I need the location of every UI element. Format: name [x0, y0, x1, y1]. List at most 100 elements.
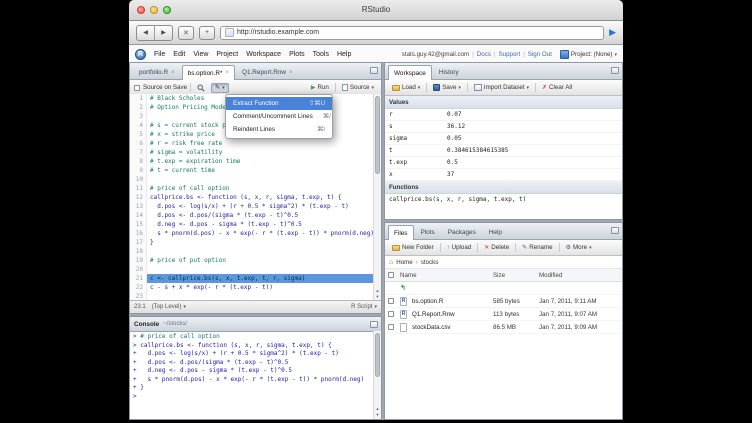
value-row: s36.12: [385, 121, 622, 133]
menu-help[interactable]: Help: [333, 51, 355, 58]
menu-item-extract-function[interactable]: Extract Function⇧⌘U: [226, 97, 332, 110]
file-row[interactable]: RQ1.Report.Rnw113 bytesJan 7, 2011, 9:07…: [385, 308, 622, 321]
file-name[interactable]: bs.option.R: [412, 298, 493, 305]
new-folder-label: New Folder: [402, 244, 434, 251]
back-button[interactable]: ◀: [137, 26, 154, 40]
column-modified[interactable]: Modified: [539, 272, 619, 279]
scrollbar-thumb[interactable]: [375, 333, 380, 377]
source-tab-portfolior[interactable]: portfolio.R×: [133, 65, 181, 79]
import-dataset-button[interactable]: Import Dataset ▾: [471, 83, 532, 92]
project-selector[interactable]: Project: (None) ▾: [560, 50, 617, 59]
value-name: x: [389, 171, 447, 178]
function-row[interactable]: callprice.bs(s, x, r, sigma, t.exp, t): [385, 194, 622, 205]
maximize-pane-icon[interactable]: [611, 67, 619, 74]
parent-directory-row[interactable]: ↰: [385, 282, 622, 295]
file-checkbox[interactable]: [388, 324, 394, 330]
maximize-pane-icon[interactable]: [370, 321, 378, 328]
forward-icon: ▶: [161, 29, 166, 36]
menu-file[interactable]: File: [150, 51, 169, 58]
close-tab-icon[interactable]: ×: [225, 70, 229, 76]
column-size[interactable]: Size: [493, 272, 539, 279]
run-button[interactable]: ▶ Run: [308, 83, 332, 92]
window-title: RStudio: [129, 0, 623, 20]
minimize-window-button[interactable]: [150, 6, 158, 14]
source-on-save-checkbox[interactable]: [134, 85, 140, 91]
source-tab-bsoptionr[interactable]: bs.option.R*×: [182, 65, 235, 80]
breadcrumb-home[interactable]: Home: [396, 259, 413, 266]
tab-files[interactable]: Files: [388, 225, 414, 240]
scrollbar-thumb[interactable]: [375, 96, 380, 174]
new-folder-button[interactable]: New Folder: [389, 243, 437, 252]
scroll-down-icon[interactable]: ▼: [374, 412, 381, 418]
tab-help[interactable]: Help: [483, 225, 508, 239]
menu-project[interactable]: Project: [212, 51, 242, 58]
close-tab-icon[interactable]: ×: [289, 70, 293, 76]
menu-workspace[interactable]: Workspace: [242, 51, 285, 58]
code-tools-icon: ✎: [215, 85, 220, 91]
console-scrollbar[interactable]: ▲ ▼: [373, 331, 381, 419]
tab-workspace[interactable]: Workspace: [388, 65, 432, 80]
delete-button[interactable]: ✕ Delete: [481, 243, 512, 252]
source-tab-q1reportrnw[interactable]: Q1.Report.Rnw×: [236, 65, 299, 79]
menu-tools[interactable]: Tools: [309, 51, 333, 58]
column-name[interactable]: Name: [400, 272, 493, 279]
file-row[interactable]: stockData.csv86.5 MBJan 7, 2011, 9:09 AM: [385, 321, 622, 334]
delete-icon: ✕: [484, 245, 489, 251]
file-checkbox[interactable]: [388, 298, 394, 304]
value-data: 36.12: [447, 123, 618, 130]
console-pane: Console ~/stocks/ > # price of call opti…: [129, 316, 382, 420]
file-checkbox[interactable]: [388, 311, 394, 317]
line-number: 17: [130, 238, 147, 247]
sign-out-link[interactable]: Sign Out: [528, 51, 552, 58]
rstudio-logo-icon: R: [135, 49, 146, 60]
menu-item-comment-uncomment-lines[interactable]: Comment/Uncomment Lines⌘/: [226, 110, 332, 123]
find-replace-button[interactable]: [194, 83, 208, 93]
stop-button[interactable]: ✕: [178, 26, 194, 40]
scope-selector[interactable]: (Top Level) ▾: [152, 304, 186, 310]
save-workspace-button[interactable]: Save ▾: [430, 83, 464, 92]
load-workspace-button[interactable]: Load ▾: [389, 83, 423, 92]
menu-item-reindent-lines[interactable]: Reindent Lines⌘I: [226, 123, 332, 136]
maximize-pane-icon[interactable]: [370, 67, 378, 74]
zoom-window-button[interactable]: [163, 6, 171, 14]
file-name[interactable]: stockData.csv: [412, 324, 493, 331]
menu-edit[interactable]: Edit: [169, 51, 189, 58]
console-body[interactable]: > # price of call option> callprice.bs <…: [130, 331, 374, 419]
code-line: 15 d.neg <- d.pos - sigma * (t.exp - t)^…: [130, 220, 374, 229]
maximize-pane-icon[interactable]: [611, 227, 619, 234]
doc-type-selector[interactable]: R Script ▾: [351, 304, 377, 310]
forward-button[interactable]: ▶: [154, 26, 172, 40]
code-tools-button[interactable]: ✎ ▾: [211, 83, 229, 93]
menu-plots[interactable]: Plots: [285, 51, 309, 58]
go-icon: ▶: [609, 27, 616, 37]
console-working-dir[interactable]: ~/stocks/: [163, 321, 187, 327]
divider: [535, 83, 536, 92]
go-button[interactable]: ▶: [609, 28, 616, 37]
console-line: > callprice.bs <- function (s, x, r, sig…: [133, 342, 371, 351]
close-window-button[interactable]: [137, 6, 145, 14]
upload-button[interactable]: ↑ Upload: [444, 243, 475, 252]
divider: [515, 243, 516, 252]
support-link[interactable]: Support: [499, 51, 521, 58]
new-tab-button[interactable]: +: [199, 26, 215, 40]
rename-button[interactable]: ✎ Rename: [519, 243, 555, 252]
file-name[interactable]: Q1.Report.Rnw: [412, 311, 493, 318]
tab-history[interactable]: History: [433, 65, 465, 79]
close-tab-icon[interactable]: ×: [171, 70, 175, 76]
tab-label: Q1.Report.Rnw: [242, 69, 286, 76]
breadcrumb: ⌂ Home › stocks: [385, 256, 622, 269]
clear-all-button[interactable]: ✗ Clear All: [539, 83, 575, 92]
source-button[interactable]: Source ▾: [339, 83, 377, 92]
tab-packages[interactable]: Packages: [442, 225, 482, 239]
editor-scrollbar[interactable]: ▲ ▼: [373, 94, 381, 301]
more-button[interactable]: ⚙ More ▾: [563, 243, 595, 252]
file-row[interactable]: Rbs.option.R585 bytesJan 7, 2011, 9:11 A…: [385, 295, 622, 308]
docs-link[interactable]: Docs: [477, 51, 491, 58]
tab-plots[interactable]: Plots: [415, 225, 441, 239]
breadcrumb-dir[interactable]: stocks: [421, 259, 439, 266]
select-all-checkbox[interactable]: [388, 272, 394, 278]
divider: [559, 243, 560, 252]
url-field[interactable]: http://rstudio.example.com: [220, 26, 604, 40]
account-email[interactable]: stats.guy.42@gmail.com: [402, 51, 469, 58]
menu-view[interactable]: View: [189, 51, 212, 58]
